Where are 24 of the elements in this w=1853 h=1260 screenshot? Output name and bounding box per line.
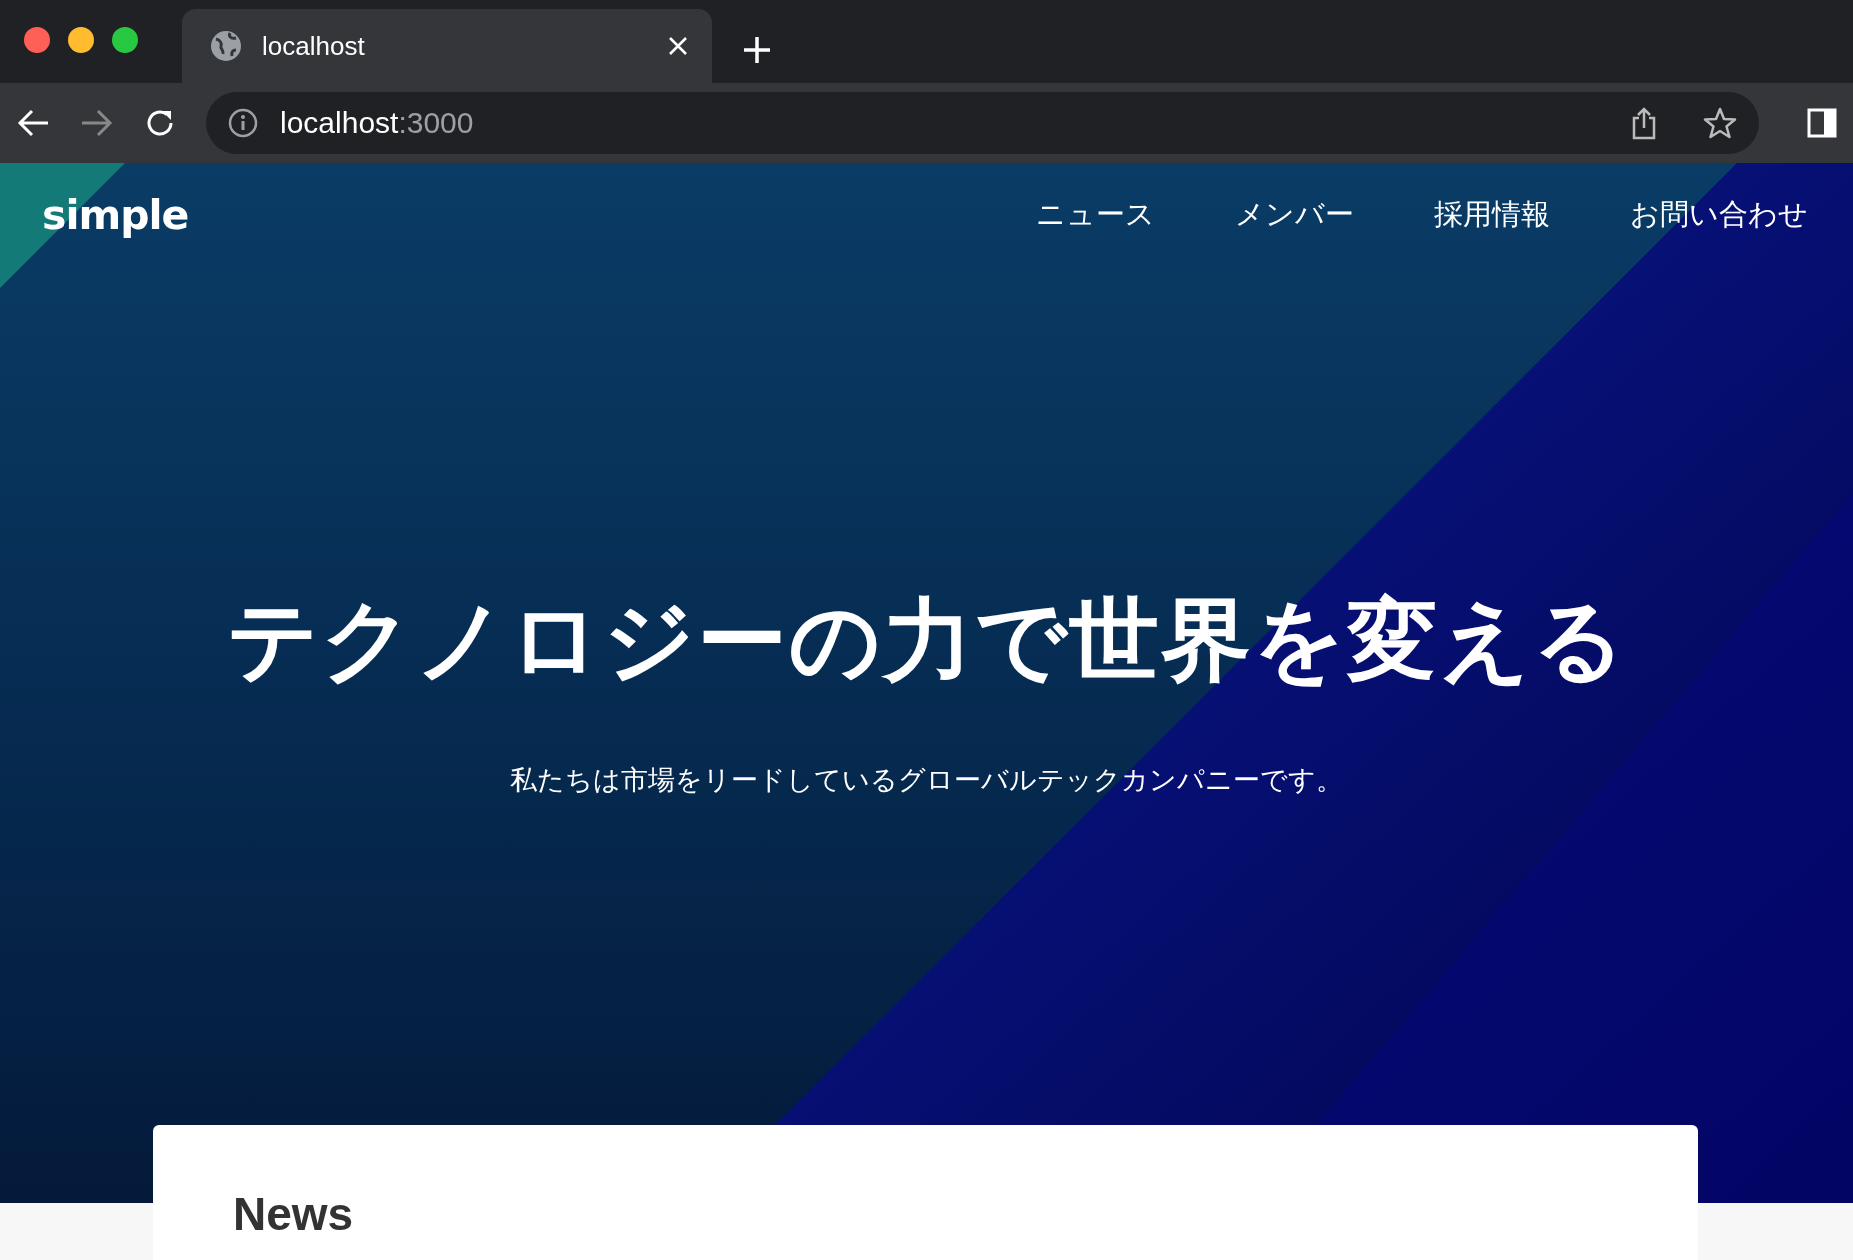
minimize-window-button[interactable] [68, 26, 94, 53]
side-panel-icon[interactable] [1807, 108, 1837, 138]
share-icon[interactable] [1631, 106, 1657, 140]
nav-link[interactable]: 採用情報 [1434, 195, 1550, 235]
tab-title: localhost [262, 30, 366, 62]
hero-title: テクノロジーの力で世界を変える [226, 586, 1627, 694]
new-tab-icon[interactable] [742, 35, 772, 65]
forward-arrow-icon[interactable] [80, 108, 114, 138]
nav-link[interactable]: ニュース [1036, 195, 1155, 235]
close-icon[interactable] [668, 36, 688, 56]
star-icon[interactable] [1703, 107, 1737, 139]
browser-tab[interactable]: localhost [182, 9, 712, 83]
globe-icon [210, 30, 242, 62]
nav-link[interactable]: メンバー [1235, 195, 1354, 235]
back-arrow-icon[interactable] [16, 108, 50, 138]
hero-subtitle: 私たちは市場をリードしているグローバルテックカンパニーです。 [510, 763, 1343, 797]
info-icon[interactable] [228, 108, 258, 138]
site-logo[interactable]: simple [42, 191, 189, 239]
address-bar[interactable]: localhost:3000 [206, 92, 1759, 154]
url-text: localhost:3000 [280, 106, 474, 140]
news-heading: News [233, 1187, 354, 1241]
close-window-button[interactable] [24, 26, 50, 53]
zoom-window-button[interactable] [112, 26, 138, 53]
nav-link[interactable]: お問い合わせ [1630, 195, 1808, 235]
